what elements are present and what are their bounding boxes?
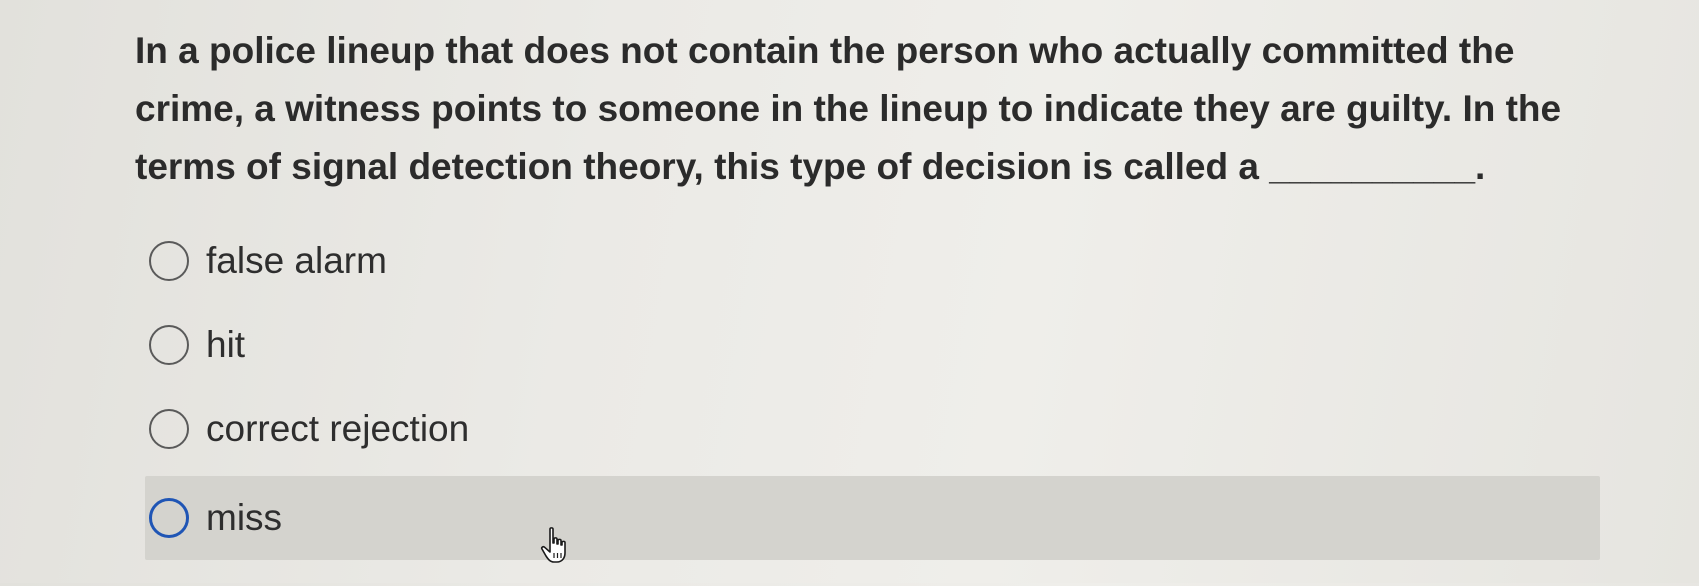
option-correct-rejection[interactable]: correct rejection <box>145 400 1600 458</box>
option-false-alarm[interactable]: false alarm <box>145 232 1600 290</box>
option-label: hit <box>206 324 246 365</box>
radio-button-icon[interactable] <box>149 241 189 281</box>
option-miss[interactable]: miss <box>145 476 1600 560</box>
option-label: miss <box>206 497 283 538</box>
hand-pointer-icon <box>540 527 566 563</box>
radio-button-icon[interactable] <box>149 409 189 449</box>
option-hit[interactable]: hit <box>145 316 1600 374</box>
option-label: false alarm <box>206 240 387 281</box>
radio-button-icon[interactable] <box>149 325 189 365</box>
radio-button-icon[interactable] <box>149 498 189 538</box>
question-text: In a police lineup that does not contain… <box>135 30 1562 187</box>
answer-options: false alarm hit correct rejection miss <box>145 232 1600 586</box>
option-label: correct rejection <box>206 408 470 449</box>
